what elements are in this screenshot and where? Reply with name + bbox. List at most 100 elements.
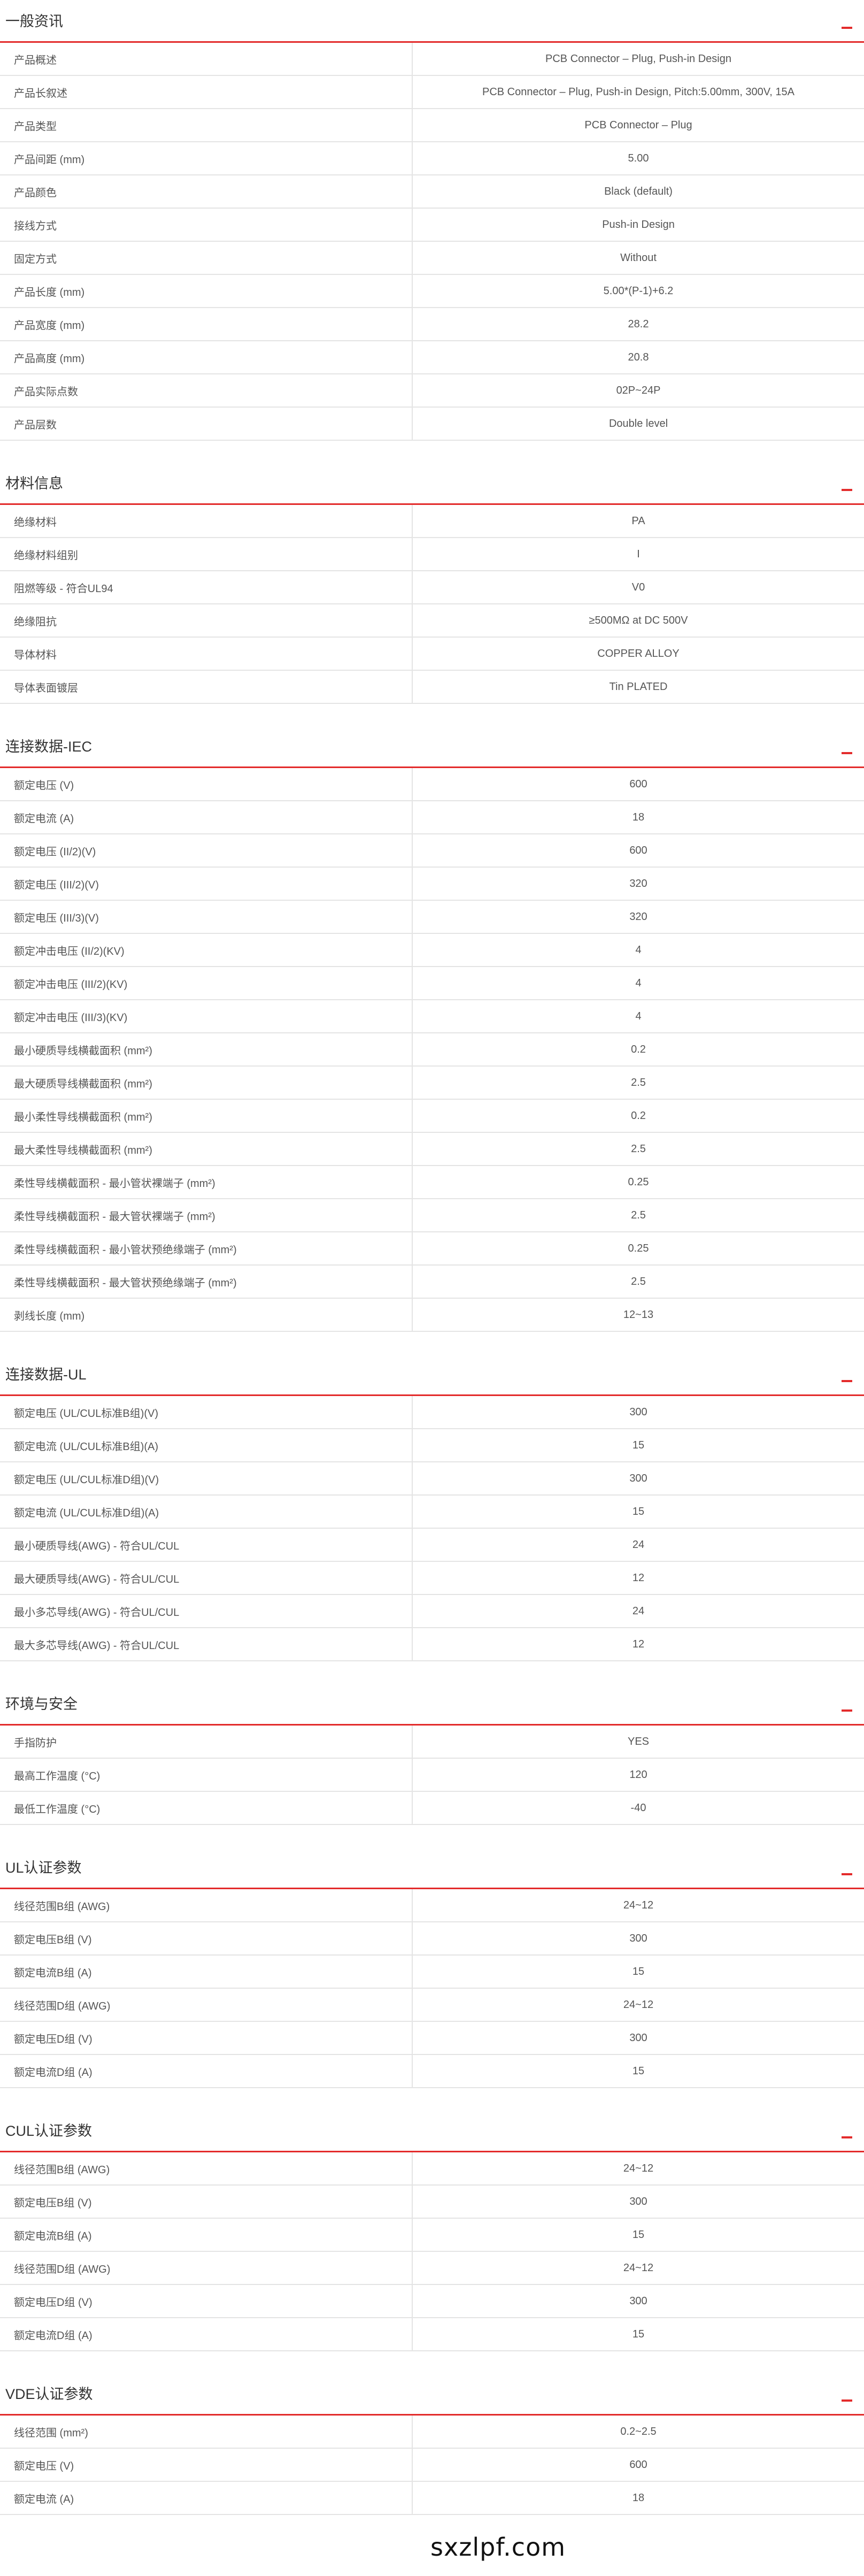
section-header[interactable]: 环境与安全: [0, 1683, 864, 1726]
row-label: 导体材料: [0, 638, 413, 670]
section-title: 连接数据-IEC: [5, 739, 92, 755]
spec-section: 连接数据-UL 额定电压 (UL/CUL标准B组)(V) 300 额定电流 (UL/C…: [0, 1353, 864, 1683]
table-row: 额定电压 (II/2)(V) 600: [0, 834, 864, 868]
table-row: 额定电流 (A) 18: [0, 801, 864, 834]
collapse-icon[interactable]: [842, 2136, 852, 2138]
section-header[interactable]: UL认证参数: [0, 1846, 864, 1889]
row-label: 额定电压 (V): [0, 2449, 413, 2481]
row-label: 额定电压B组 (V): [0, 1922, 413, 1954]
table-row: 额定电压B组 (V) 300: [0, 2186, 864, 2219]
row-value: 300: [629, 1472, 647, 1484]
row-value: 24~12: [623, 1899, 654, 1911]
table-row: 额定电压 (III/2)(V) 320: [0, 868, 864, 901]
row-label: 绝缘材料组别: [0, 538, 413, 570]
row-label: 绝缘材料: [0, 505, 413, 537]
row-value: 4: [635, 977, 642, 989]
row-label: 额定电压 (II/2)(V): [0, 834, 413, 867]
row-label: 额定电流D组 (A): [0, 2055, 413, 2087]
row-value: 600: [629, 778, 647, 790]
row-label: 柔性导线横截面积 - 最小管状裸端子 (mm²): [0, 1166, 413, 1198]
row-value: COPPER ALLOY: [597, 647, 680, 660]
table-row: 线径范围B组 (AWG) 24~12: [0, 2152, 864, 2186]
row-value: 24: [632, 1538, 645, 1551]
table-row: 线径范围D组 (AWG) 24~12: [0, 1989, 864, 2022]
collapse-icon[interactable]: [842, 752, 852, 754]
row-value: 0.25: [628, 1242, 649, 1254]
row-label: 最小硬质导线横截面积 (mm²): [0, 1033, 413, 1065]
collapse-icon[interactable]: [842, 489, 852, 491]
row-value: 4: [635, 944, 642, 956]
row-value: 300: [629, 1932, 647, 1944]
section-header[interactable]: 连接数据-IEC: [0, 725, 864, 768]
row-value: 0.2: [631, 1043, 646, 1055]
row-value: Without: [620, 251, 657, 264]
row-label: 产品实际点数: [0, 374, 413, 407]
row-value: 28.2: [628, 318, 649, 330]
row-value: 300: [629, 1406, 647, 1418]
section-header[interactable]: VDE认证参数: [0, 2373, 864, 2416]
section-title: CUL认证参数: [5, 2123, 92, 2139]
row-value: 24~12: [623, 1998, 654, 2011]
table-row: 最小硬质导线(AWG) - 符合UL/CUL 24: [0, 1529, 864, 1562]
row-label: 绝缘阻抗: [0, 604, 413, 637]
collapse-icon[interactable]: [842, 1873, 852, 1875]
section-title: UL认证参数: [5, 1860, 82, 1876]
table-row: 线径范围 (mm²) 0.2~2.5: [0, 2416, 864, 2449]
collapse-icon[interactable]: [842, 1380, 852, 1382]
table-row: 产品长度 (mm) 5.00*(P-1)+6.2: [0, 275, 864, 308]
collapse-icon[interactable]: [842, 2399, 852, 2402]
table-row: 额定电流 (UL/CUL标准D组)(A) 15: [0, 1496, 864, 1529]
row-value: 20.8: [628, 351, 649, 363]
collapse-icon[interactable]: [842, 1709, 852, 1712]
row-value: 0.25: [628, 1176, 649, 1188]
row-label: 额定电压 (III/2)(V): [0, 868, 413, 900]
table-row: 导体表面镀层 Tin PLATED: [0, 671, 864, 704]
row-label: 额定电流B组 (A): [0, 2219, 413, 2251]
table-row: 固定方式 Without: [0, 242, 864, 275]
row-value: 300: [629, 2031, 647, 2044]
table-row: 线径范围D组 (AWG) 24~12: [0, 2252, 864, 2285]
table-row: 产品概述 PCB Connector – Plug, Push-in Design: [0, 43, 864, 76]
row-value: 18: [632, 2491, 645, 2504]
section-header[interactable]: 材料信息: [0, 462, 864, 505]
section-title: 一般资讯: [5, 13, 63, 29]
row-label: 额定电流D组 (A): [0, 2318, 413, 2350]
section-title: 连接数据-UL: [5, 1367, 87, 1383]
table-row: 额定冲击电压 (II/2)(KV) 4: [0, 934, 864, 967]
row-value: 15: [632, 2328, 645, 2340]
table-row: 最大硬质导线横截面积 (mm²) 2.5: [0, 1067, 864, 1100]
row-label: 额定电流 (UL/CUL标准D组)(A): [0, 1496, 413, 1528]
row-label: 柔性导线横截面积 - 最大管状裸端子 (mm²): [0, 1199, 413, 1231]
row-value: YES: [627, 1735, 650, 1747]
collapse-icon[interactable]: [842, 27, 852, 29]
row-label: 接线方式: [0, 209, 413, 241]
row-label: 额定冲击电压 (II/2)(KV): [0, 934, 413, 966]
row-label: 产品颜色: [0, 175, 413, 208]
section-header[interactable]: CUL认证参数: [0, 2110, 864, 2152]
row-value: 15: [632, 2228, 645, 2241]
table-row: 额定电流B组 (A) 15: [0, 1956, 864, 1989]
table-row: 最小硬质导线横截面积 (mm²) 0.2: [0, 1033, 864, 1067]
row-label: 额定电压 (III/3)(V): [0, 901, 413, 933]
row-value: 600: [629, 844, 647, 856]
row-value: 2.5: [631, 1076, 646, 1088]
section-header[interactable]: 一般资讯: [0, 0, 864, 43]
row-label: 线径范围D组 (AWG): [0, 1989, 413, 2021]
row-label: 最小多芯导线(AWG) - 符合UL/CUL: [0, 1595, 413, 1627]
section-header[interactable]: 连接数据-UL: [0, 1353, 864, 1396]
table-row: 柔性导线横截面积 - 最小管状预绝缘端子 (mm²) 0.25: [0, 1232, 864, 1266]
table-row: 最小多芯导线(AWG) - 符合UL/CUL 24: [0, 1595, 864, 1628]
row-value: ≥500MΩ at DC 500V: [589, 614, 688, 626]
spec-section: CUL认证参数 线径范围B组 (AWG) 24~12 额定电压B组 (V) 300 额定电…: [0, 2110, 864, 2373]
row-value: 600: [629, 2458, 647, 2471]
table-row: 产品类型 PCB Connector – Plug: [0, 109, 864, 142]
row-value: 15: [632, 1505, 645, 1517]
table-row: 额定冲击电压 (III/2)(KV) 4: [0, 967, 864, 1000]
table-row: 产品颜色 Black (default): [0, 175, 864, 209]
row-label: 产品长度 (mm): [0, 275, 413, 307]
watermark-text: sxzlpf.com: [430, 2533, 566, 2562]
